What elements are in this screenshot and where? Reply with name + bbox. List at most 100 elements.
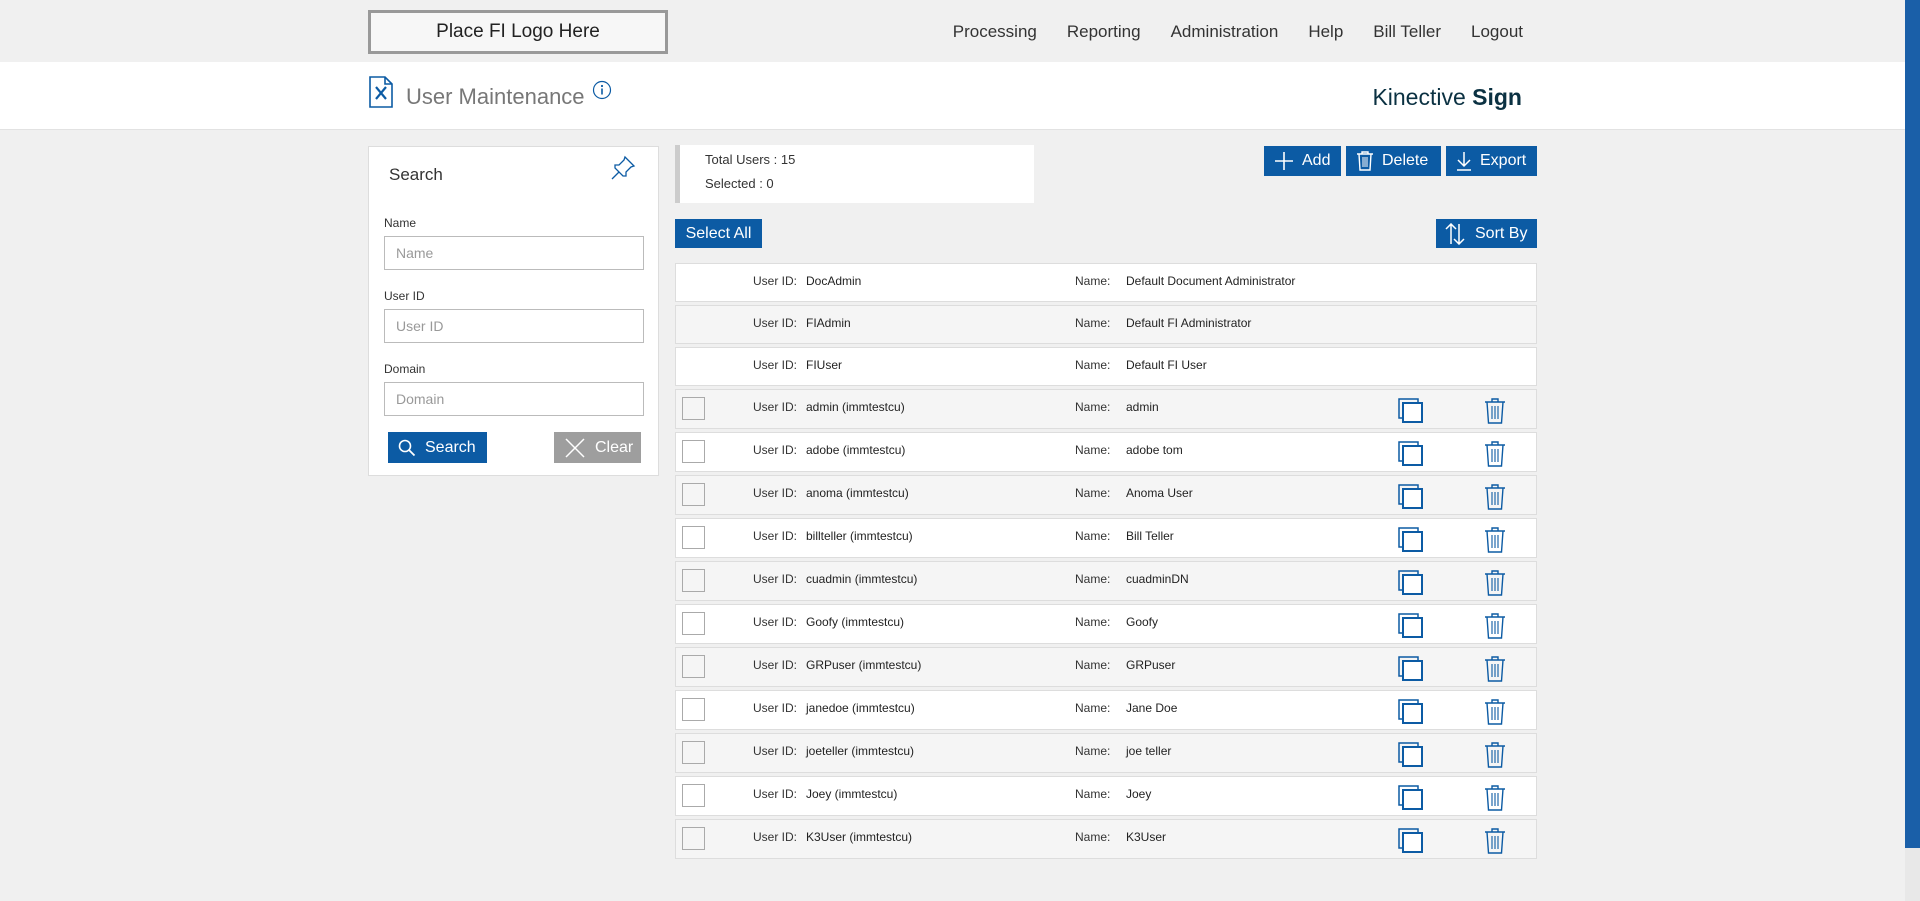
copy-icon[interactable] (1397, 655, 1425, 683)
nav-processing[interactable]: Processing (953, 22, 1037, 42)
user-name-value: Bill Teller (1126, 529, 1174, 543)
trash-icon[interactable] (1484, 741, 1506, 769)
sort-by-button[interactable]: Sort By (1436, 219, 1537, 248)
user-name-value: admin (1126, 400, 1159, 414)
trash-icon[interactable] (1484, 569, 1506, 597)
row-checkbox[interactable] (682, 784, 705, 807)
trash-icon[interactable] (1484, 440, 1506, 468)
user-row[interactable]: User ID: janedoe (immtestcu) Name: Jane Doe (675, 690, 1537, 730)
export-button-label: Export (1480, 152, 1527, 169)
user-row[interactable]: User ID: admin (immtestcu) Name: admin (675, 389, 1537, 429)
user-row[interactable]: User ID: FIUser Name: Default FI User (675, 347, 1537, 386)
clear-button[interactable]: Clear (554, 432, 641, 463)
user-id-value: DocAdmin (806, 274, 862, 288)
copy-icon[interactable] (1397, 698, 1425, 726)
delete-button-label: Delete (1382, 152, 1429, 169)
user-id-field-label: User ID: (753, 615, 798, 629)
name-field-label: Name: (1075, 701, 1111, 715)
user-row[interactable]: User ID: billteller (immtestcu) Name: Bill … (675, 518, 1537, 558)
row-checkbox[interactable] (682, 569, 705, 592)
add-button-label: Add (1302, 152, 1331, 169)
user-row[interactable]: User ID: GRPuser (immtestcu) Name: GRPuser (675, 647, 1537, 687)
user-id-value: billteller (immtestcu) (806, 529, 913, 543)
name-field-label: Name: (1075, 615, 1111, 629)
name-field-label: Name: (1075, 486, 1111, 500)
row-checkbox[interactable] (682, 612, 705, 635)
user-row[interactable]: User ID: Joey (immtestcu) Name: Joey (675, 776, 1537, 816)
trash-icon[interactable] (1484, 397, 1506, 425)
row-checkbox[interactable] (682, 483, 705, 506)
user-name-value: adobe tom (1126, 443, 1183, 457)
copy-icon[interactable] (1397, 827, 1425, 855)
copy-icon[interactable] (1397, 440, 1425, 468)
copy-icon[interactable] (1397, 612, 1425, 640)
user-id-label: User ID (384, 289, 425, 303)
select-all-button[interactable]: Select All (675, 219, 762, 248)
name-field-label: Name: (1075, 744, 1111, 758)
trash-icon[interactable] (1484, 483, 1506, 511)
pin-icon[interactable] (608, 153, 638, 183)
nav-logout[interactable]: Logout (1471, 22, 1523, 42)
user-row[interactable]: User ID: cuadmin (immtestcu) Name: cuadminD… (675, 561, 1537, 601)
search-panel: Search Name User ID Domain Search Clear (368, 146, 659, 476)
name-field-label: Name: (1075, 358, 1111, 372)
trash-icon[interactable] (1484, 698, 1506, 726)
user-row[interactable]: User ID: anoma (immtestcu) Name: Anoma User (675, 475, 1537, 515)
search-button[interactable]: Search (388, 432, 487, 463)
nav-help[interactable]: Help (1308, 22, 1343, 42)
trash-icon[interactable] (1484, 655, 1506, 683)
page-scrollbar-thumb[interactable] (1905, 0, 1920, 848)
add-user-button[interactable]: Add (1264, 146, 1341, 176)
export-button[interactable]: Export (1446, 146, 1537, 176)
user-row[interactable]: User ID: DocAdmin Name: Default Document Ad… (675, 263, 1537, 302)
copy-icon[interactable] (1397, 569, 1425, 597)
user-id-field-label: User ID: (753, 572, 798, 586)
user-row[interactable]: User ID: adobe (immtestcu) Name: adobe tom (675, 432, 1537, 472)
trash-icon[interactable] (1484, 784, 1506, 812)
user-row[interactable]: User ID: K3User (immtestcu) Name: K3User (675, 819, 1537, 859)
row-checkbox[interactable] (682, 440, 705, 463)
nav-reporting[interactable]: Reporting (1067, 22, 1141, 42)
trash-icon[interactable] (1484, 526, 1506, 554)
user-id-input[interactable] (384, 309, 644, 343)
copy-icon[interactable] (1397, 784, 1425, 812)
row-checkbox[interactable] (682, 827, 705, 850)
user-id-field-label: User ID: (753, 400, 798, 414)
row-checkbox[interactable] (682, 698, 705, 721)
user-id-field-label: User ID: (753, 529, 798, 543)
name-field-label: Name: (1075, 830, 1111, 844)
user-id-value: admin (immtestcu) (806, 400, 905, 414)
info-icon[interactable] (592, 80, 612, 100)
user-row[interactable]: User ID: joeteller (immtestcu) Name: joe te… (675, 733, 1537, 773)
name-field-label: Name: (1075, 274, 1111, 288)
copy-icon[interactable] (1397, 526, 1425, 554)
user-name-value: Default FI User (1126, 358, 1207, 372)
name-input[interactable] (384, 236, 644, 270)
delete-users-button[interactable]: Delete (1346, 146, 1441, 176)
copy-icon[interactable] (1397, 741, 1425, 769)
row-checkbox[interactable] (682, 741, 705, 764)
copy-icon[interactable] (1397, 483, 1425, 511)
row-checkbox[interactable] (682, 655, 705, 678)
nav-administration[interactable]: Administration (1171, 22, 1279, 42)
trash-icon[interactable] (1484, 612, 1506, 640)
copy-icon[interactable] (1397, 397, 1425, 425)
user-name-value: Jane Doe (1126, 701, 1178, 715)
domain-input[interactable] (384, 382, 644, 416)
row-checkbox[interactable] (682, 526, 705, 549)
fi-logo-placeholder[interactable]: Place FI Logo Here (368, 10, 668, 54)
user-list: User ID: DocAdmin Name: Default Document Ad… (675, 263, 1537, 862)
user-id-value: cuadmin (immtestcu) (806, 572, 918, 586)
nav-user-account[interactable]: Bill Teller (1373, 22, 1441, 42)
brand-logo: Kinective Sign (1372, 84, 1522, 111)
selected-count: Selected : 0 (705, 176, 774, 191)
user-row[interactable]: User ID: FIAdmin Name: Default FI Administr… (675, 305, 1537, 344)
user-id-value: janedoe (immtestcu) (806, 701, 915, 715)
brand-name-bold: Sign (1472, 84, 1522, 110)
trash-icon[interactable] (1484, 827, 1506, 855)
user-name-value: joe teller (1126, 744, 1172, 758)
row-checkbox[interactable] (682, 397, 705, 420)
user-row[interactable]: User ID: Goofy (immtestcu) Name: Goofy (675, 604, 1537, 644)
top-bar: Place FI Logo Here Processing Reporting … (0, 0, 1905, 62)
main-nav: Processing Reporting Administration Help… (953, 22, 1523, 42)
